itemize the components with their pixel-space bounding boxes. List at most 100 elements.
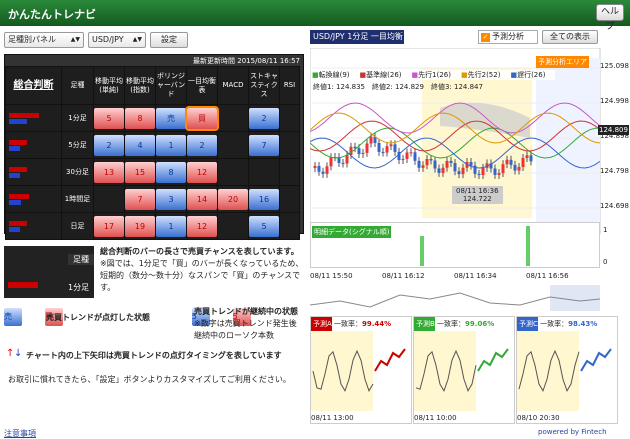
explain-note3: す。 [100, 283, 116, 292]
signal-cell[interactable]: 17 [93, 212, 125, 240]
signal-cell[interactable]: 7 [248, 131, 280, 159]
explain-note1: ※図では、1分足で「買」のバーが長くなっているため、 [100, 259, 304, 268]
rate-value: 98.43% [568, 320, 598, 328]
sell-signal: 2 [94, 134, 124, 156]
explain-total-label: 総合判断 [8, 256, 48, 267]
explain-note2: 短期的（数分〜数十分）なスパンで「買」のチャンスで [100, 271, 301, 280]
signal-cell[interactable] [279, 158, 300, 186]
header-ichimoku: 一目均衡表 [186, 66, 218, 105]
signal-cell[interactable] [279, 185, 300, 213]
signal-cell[interactable] [93, 185, 125, 213]
buy-signal: 12 [187, 161, 217, 183]
signal-cell[interactable]: 2 [248, 104, 280, 132]
prediction-x: 08/11 13:00 [311, 414, 354, 422]
signal-cell[interactable]: 2 [186, 131, 218, 159]
buy-signal: 7 [125, 188, 155, 210]
help-button[interactable]: ヘルプ [596, 4, 624, 32]
lit-sell-icon: 売 [4, 308, 22, 326]
x-axis: 08/11 15:50 08/11 16:12 08/11 16:34 08/11 1… [310, 272, 600, 282]
signal-y-1: 1 [603, 226, 608, 234]
signal-cell[interactable]: 16 [248, 185, 280, 213]
header-total: 総合判断 [5, 66, 62, 105]
sell-signal: 1 [156, 215, 186, 237]
buy-signal: 8 [125, 107, 155, 129]
prediction-chart [517, 331, 612, 411]
signal-cell[interactable]: 3 [155, 185, 187, 213]
buy-signal: 13 [94, 161, 124, 183]
signal-cell[interactable]: 19 [124, 212, 156, 240]
signal-cell[interactable]: 7 [124, 185, 156, 213]
y-tick: 125.098 [600, 62, 629, 70]
signal-cell[interactable]: 12 [186, 212, 218, 240]
rate-value: 99.44% [362, 320, 392, 328]
signal-cell[interactable]: 1 [155, 212, 187, 240]
custom-text: お取引に慣れてきたら、「設定」ボタンよりカスタマイズしてご利用ください。 [8, 375, 291, 384]
signal-cell[interactable] [217, 158, 249, 186]
rate-label: 一致率： [540, 320, 569, 328]
chart-title: USD/JPY 1分足 一目均衡表 [310, 30, 404, 55]
powered-by: powered by Fintech [538, 428, 607, 436]
header-macd: MACD [217, 66, 249, 105]
timeframe-label: 1時間足 [61, 185, 94, 213]
y-tick: 124.798 [600, 167, 629, 175]
update-time: 最新更新時間 2015/08/11 16:57 [193, 57, 300, 65]
arrow-text: チャート内の上下矢印は売買トレンドの点灯タイミングを表しています [26, 351, 282, 360]
signal-cell[interactable]: 1 [155, 131, 187, 159]
explain-tf: 1分足 [68, 283, 90, 292]
sell-signal: 売 [156, 107, 186, 129]
timeframe-label: 1分足 [61, 104, 94, 132]
prediction-chart [311, 331, 406, 411]
signal-cell[interactable]: 12 [186, 158, 218, 186]
explain-col-label: 足種 [68, 254, 94, 265]
signal-cell[interactable] [248, 158, 280, 186]
signal-bar [420, 236, 424, 266]
forecast-toggle[interactable]: ✓ 予測分析 [478, 30, 538, 44]
signal-cell[interactable] [279, 104, 300, 132]
prediction-panel[interactable]: 予測B 一致率：99.06% 08/11 10:00 [413, 316, 515, 424]
signal-cell[interactable]: 14 [186, 185, 218, 213]
signal-cell[interactable]: 5 [93, 104, 125, 132]
header-bb: ボリンジャーバンド [155, 66, 187, 105]
prediction-panel[interactable]: 予測A 一致率：99.44% 08/11 13:00 [310, 316, 412, 424]
signal-cell[interactable]: 15 [124, 158, 156, 186]
signal-cell[interactable] [217, 212, 249, 240]
signal-cell[interactable]: 売 [155, 104, 187, 132]
total-bar-cell [5, 158, 62, 186]
x-tick: 08/11 16:12 [382, 272, 425, 280]
sell-signal: 16 [249, 188, 279, 210]
signal-cell[interactable] [217, 104, 249, 132]
header-tf: 足種 [61, 66, 94, 105]
signal-cell[interactable]: 2 [93, 131, 125, 159]
legend-item: ■転換線(9) [312, 71, 350, 79]
header-stoch: ストキャスティクス [248, 66, 280, 105]
prediction-panel[interactable]: 予測C 一致率：98.43% 08/10 20:30 [516, 316, 618, 424]
signal-cell[interactable]: 8 [124, 104, 156, 132]
sell-signal: 2 [249, 107, 279, 129]
explain-bar [8, 282, 38, 288]
show-all-button[interactable]: 全ての表示 [542, 30, 598, 44]
check-icon: ✓ [481, 33, 490, 42]
settings-button[interactable]: 設定 [150, 32, 188, 48]
currency-pair-select[interactable]: USD/JPY ▲▼ [88, 32, 146, 48]
signal-cell[interactable]: 買 [185, 104, 219, 132]
navigator[interactable] [310, 285, 600, 311]
signal-cell[interactable]: 5 [248, 212, 280, 240]
panel-type-select[interactable]: 足種別パネル ▲▼ [4, 32, 84, 48]
signal-cell[interactable] [279, 212, 300, 240]
signal-cell[interactable]: 13 [93, 158, 125, 186]
total-bar-cell [5, 104, 62, 132]
y-tick: 124.698 [600, 202, 629, 210]
signal-bar [526, 226, 530, 266]
signal-cell[interactable]: 20 [217, 185, 249, 213]
notice-link[interactable]: 注意事項 [4, 428, 36, 439]
buy-signal: 20 [218, 188, 248, 210]
rate-label: 一致率： [334, 320, 363, 328]
signal-cell[interactable]: 4 [124, 131, 156, 159]
signal-cell[interactable] [279, 131, 300, 159]
legend-item: ■先行2(52) [461, 71, 501, 79]
signal-cell[interactable] [217, 131, 249, 159]
prediction-name: 予測C [517, 317, 538, 331]
signal-cell[interactable]: 8 [155, 158, 187, 186]
buy-signal: 5 [94, 107, 124, 129]
signal-label: 明細データ(シグナル順) [312, 226, 392, 238]
